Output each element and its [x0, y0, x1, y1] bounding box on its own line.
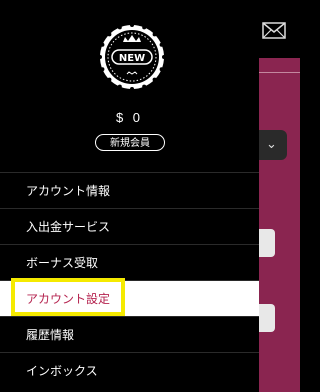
highlight-box — [11, 278, 125, 316]
mail-icon[interactable] — [262, 22, 286, 39]
membership-status-badge: 新規会員 — [95, 134, 165, 151]
app-divider — [259, 72, 300, 73]
menu-item-history[interactable]: 履歴情報 — [0, 316, 259, 352]
app-input-field[interactable] — [259, 229, 275, 257]
new-member-badge-icon: NEW — [98, 23, 166, 91]
chevron-down-icon: ⌄ — [266, 137, 277, 152]
app-content — [259, 58, 300, 392]
app-input-field[interactable] — [259, 304, 275, 332]
menu-item-inbox[interactable]: インボックス — [0, 352, 259, 388]
menu-item-deposit-withdraw[interactable]: 入出金サービス — [0, 208, 259, 244]
username-redacted — [103, 94, 161, 108]
menu-item-bonus[interactable]: ボーナス受取 — [0, 244, 259, 280]
app-dropdown[interactable]: ⌄ — [259, 130, 287, 160]
menu-item-account-info[interactable]: アカウント情報 — [0, 172, 259, 208]
badge-text: NEW — [119, 53, 145, 64]
account-balance: $ 0 — [115, 110, 144, 125]
side-drawer: NEW $ 0 新規会員 アカウント情報 入出金サービス ボーナス受取 アカウン… — [0, 0, 259, 392]
